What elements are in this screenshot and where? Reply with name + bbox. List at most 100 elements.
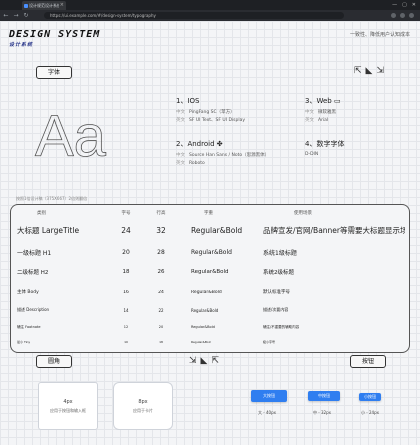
arrow-outline-icon: ⇱ — [354, 66, 362, 76]
close-tab-icon[interactable]: × — [60, 3, 66, 8]
cell-line-height: 20 — [158, 325, 164, 329]
row-key: 英文 — [176, 118, 185, 123]
brand-subtitle: 设计系统 — [9, 42, 34, 48]
large-button[interactable]: 大按钮 — [251, 390, 287, 402]
radius-card-4px: 4px 应用于按钮和输入框 — [38, 382, 98, 430]
table-note: 按照1倍设计稿（375X667）2倍则翻倍 — [16, 196, 88, 201]
cell-size: 12 — [123, 325, 129, 329]
cell-size: 10 — [124, 340, 128, 344]
radius-card-8px: 8px 应用于卡片 — [113, 382, 173, 430]
cell-usage: 描述/次要内容 — [263, 307, 289, 312]
radius-desc: 应用于按钮和输入框 — [50, 407, 86, 413]
radius-value: 4px — [63, 398, 73, 405]
row-value: 微软雅黑 — [318, 110, 336, 115]
url-text: https://ui.example.com/#/design-system/t… — [50, 13, 156, 18]
cell-weight: Regular&Bold — [191, 248, 232, 256]
menu-icon[interactable] — [409, 13, 414, 18]
tab-title: 设计规范设计系统 - 组件库 — [29, 2, 59, 8]
cell-usage: 系统2级标题 — [263, 270, 294, 276]
row-key: 中文 — [305, 110, 314, 115]
extensions — [391, 13, 420, 18]
cell-size: 24 — [121, 225, 131, 235]
cell-category: 一级标题 H1 — [17, 249, 52, 257]
cell-line-height: 26 — [157, 269, 165, 275]
row-value: PingFang SC（苹方） — [189, 110, 235, 115]
font-family-android: 2、Android ✤ 中文 Source Han Sans / Noto（思源黑… — [176, 139, 269, 166]
cell-line-height: 22 — [158, 307, 164, 313]
radius-desc: 应用于卡片 — [133, 407, 153, 413]
section-font-label: 字体 — [36, 66, 72, 79]
cell-line-height: 28 — [157, 248, 165, 256]
extension-icon[interactable] — [391, 13, 396, 18]
browser-tab[interactable]: 设计规范设计系统 - 组件库 × — [22, 1, 66, 10]
ios-heading: 1、IOS — [176, 97, 200, 105]
cell-usage: 辅注/不重要的辅助内容 — [263, 324, 300, 329]
cell-size: 18 — [122, 269, 130, 275]
cell-weight: Regular&Bold — [191, 269, 229, 275]
header-category: 类别 — [37, 211, 46, 216]
cell-category: 辅注 Footnote — [17, 324, 41, 329]
cell-weight: Regular&Bold — [191, 289, 222, 295]
android-icon: ✤ — [216, 140, 223, 148]
large-button-caption: 大 - 40px — [258, 410, 276, 415]
tagline: 一致性、降低用户认知成本 — [349, 32, 410, 38]
row-value: Roboto — [189, 161, 205, 166]
type-scale-table: 类别 字号 行高 字重 使用场景 大标题 LargeTitle 24 32 Re… — [10, 204, 410, 353]
row-key: 英文 — [305, 118, 314, 123]
minimize-icon[interactable]: — — [392, 1, 397, 9]
row-key: 中文 — [176, 153, 185, 158]
arrow-outline-icon: ⇲ — [376, 66, 385, 76]
glyph-sample: Aa — [35, 104, 107, 169]
android-heading: 2、Android — [176, 140, 215, 148]
window-controls: — ▢ ✕ — [392, 1, 416, 9]
design-system-page: DESIGN SYSTEM 设计系统 一致性、降低用户认知成本 字体 ⇱ ◣ ⇲… — [0, 21, 420, 445]
arrow-filled-icon: ◣ — [365, 66, 373, 76]
cell-usage: 系统1级标题 — [263, 249, 297, 257]
small-button[interactable]: 小按钮 — [359, 393, 381, 401]
url-input[interactable]: https://ui.example.com/#/design-system/t… — [44, 12, 344, 19]
reload-icon[interactable]: ↻ — [22, 12, 30, 19]
header-usage: 使用场景 — [294, 211, 312, 216]
cell-weight: Regular&Bold — [191, 340, 212, 344]
section-button-label: 按钮 — [350, 355, 386, 368]
cell-line-height: 24 — [158, 289, 164, 295]
cell-category: 二级标题 H2 — [17, 270, 49, 276]
row-value: SF UI Text、SF UI Display — [189, 118, 246, 123]
close-window-icon[interactable]: ✕ — [412, 1, 416, 9]
cell-category: 描述 Description — [17, 307, 50, 312]
row-key: 英文 — [176, 161, 185, 166]
digits-heading: 4、数字字体 — [305, 140, 345, 148]
forward-icon[interactable]: → — [12, 12, 20, 19]
cell-category: 最小 Tiny — [17, 340, 31, 344]
monitor-icon: ▭ — [333, 97, 341, 105]
row-value: Arial — [318, 118, 329, 123]
font-family-ios: 1、IOS 中文 PingFang SC（苹方） 英文 SF UI Text、SF … — [176, 96, 245, 123]
address-bar: ← → ↻ https://ui.example.com/#/design-sy… — [0, 10, 420, 21]
small-button-caption: 小 - 24px — [361, 410, 379, 415]
medium-button[interactable]: 中按钮 — [308, 391, 340, 401]
arrow-outline-icon: ⇱ — [211, 356, 220, 366]
row-value: D-DIN — [305, 152, 319, 157]
header-line-height: 行高 — [156, 211, 166, 216]
maximize-icon[interactable]: ▢ — [402, 1, 407, 9]
profile-icon[interactable] — [400, 13, 405, 18]
font-family-web: 3、Web ▭ 中文 微软雅黑 英文 Arial — [305, 96, 341, 123]
section-radius-label: 圆角 — [36, 355, 72, 368]
row-key: 中文 — [176, 110, 185, 115]
cell-size: 20 — [122, 248, 130, 256]
cell-usage: 品牌宣发/官网/Banner等需要大标题显示场景 — [263, 225, 405, 235]
row-value: Source Han Sans / Noto（思源黑体） — [189, 153, 270, 158]
cell-category: 大标题 LargeTitle — [17, 225, 80, 235]
arrow-filled-icon: ◣ — [200, 356, 208, 366]
radius-value: 8px — [138, 398, 148, 405]
cell-category: 主体 Body — [17, 290, 39, 295]
cell-line-height: 18 — [159, 340, 163, 344]
cell-weight: Regular&Bold — [191, 325, 215, 329]
brand: DESIGN SYSTEM 设计系统 — [9, 29, 100, 48]
arrow-outline-icon: ⇲ — [189, 356, 197, 366]
cell-line-height: 32 — [156, 225, 166, 235]
back-icon[interactable]: ← — [2, 12, 10, 19]
cell-size: 16 — [123, 289, 129, 295]
cell-weight: Regular&Bold — [191, 307, 219, 313]
brand-title: DESIGN SYSTEM — [9, 29, 101, 40]
